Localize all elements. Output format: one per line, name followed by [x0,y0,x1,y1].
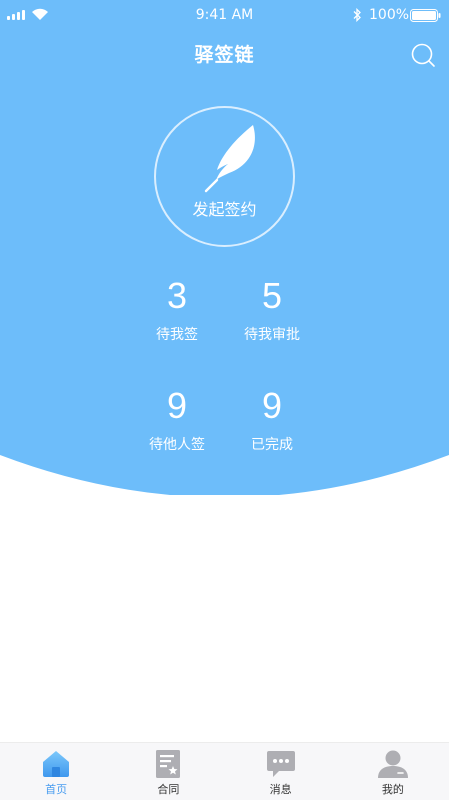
stat-label: 待我审批 [244,327,300,343]
document-icon [156,750,181,778]
stat-label: 待我签 [156,327,198,343]
battery-icon [410,9,441,22]
stat-value: 9 [261,385,283,426]
stat-label: 待他人签 [149,437,205,453]
stat-value: 5 [261,275,283,316]
page-title: 驿签链 [194,44,255,66]
tab-messages-label: 消息 [269,783,292,796]
tab-bar: 首页 合同 消息 我的 [0,742,449,800]
bluetooth-icon [353,8,361,22]
stat-value: 9 [166,385,188,426]
start-signing-button[interactable]: 发起签约 [154,106,295,247]
search-icon[interactable] [410,42,436,68]
stat-value: 3 [166,275,188,316]
stat-pending-my-approval[interactable]: 5 待我审批 [217,276,327,344]
tab-profile[interactable]: 我的 [337,743,449,800]
stat-label: 已完成 [251,437,293,453]
home-icon [43,751,70,777]
tab-contract[interactable]: 合同 [112,743,224,800]
user-icon [377,750,408,778]
feather-quill-icon [204,125,255,193]
tab-profile-label: 我的 [381,783,404,796]
tab-contract-label: 合同 [157,783,180,796]
stat-pending-others-signature[interactable]: 9 待他人签 [122,386,232,454]
status-bar: 9:41 AM 100% [0,0,449,30]
chat-icon [266,751,295,777]
stat-completed[interactable]: 9 已完成 [217,386,327,454]
battery-percent: 100% [369,7,410,23]
start-signing-label: 发起签约 [192,200,257,219]
tab-messages[interactable]: 消息 [225,743,337,800]
tab-home[interactable]: 首页 [0,743,112,800]
tab-home-label: 首页 [45,783,68,796]
stat-pending-my-signature[interactable]: 3 待我签 [122,276,232,344]
